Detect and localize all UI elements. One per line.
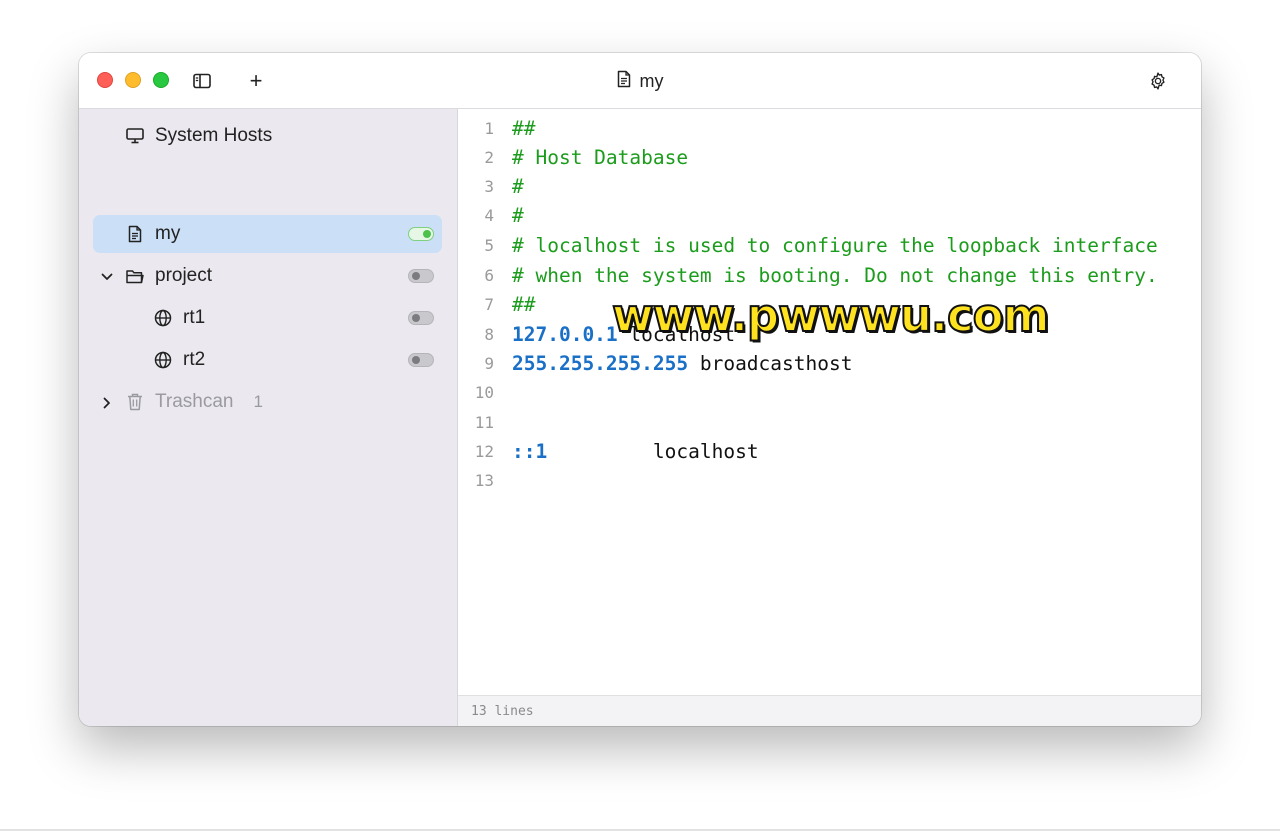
sidebar-item-label: rt1 xyxy=(183,307,206,328)
hostname: localhost xyxy=(547,440,759,463)
status-bar: 13 lines xyxy=(458,695,1201,726)
line-number: 7 xyxy=(484,295,494,314)
editor-line: 3 # xyxy=(458,172,1201,201)
editor-line: 4 # xyxy=(458,201,1201,230)
window-title: my xyxy=(79,70,1201,92)
toggle-knob xyxy=(423,230,431,238)
line-number: 12 xyxy=(474,442,494,461)
line-number: 2 xyxy=(484,148,494,167)
ip-address: 255.255.255.255 xyxy=(512,352,689,375)
line-number: 6 xyxy=(484,266,494,285)
line-number: 4 xyxy=(484,206,494,225)
toggle-my[interactable] xyxy=(408,227,434,241)
app-window: + my System Hosts my project rt1 rt2 Tra… xyxy=(79,53,1201,726)
editor-line: 5 # localhost is used to configure the lo… xyxy=(458,231,1201,260)
line-count: 13 lines xyxy=(471,703,534,719)
sidebar-item-rt2[interactable]: rt2 xyxy=(93,341,393,379)
trash-count-badge: 1 xyxy=(253,392,263,411)
code-comment: # Host Database xyxy=(512,146,689,169)
folder-icon xyxy=(124,265,146,287)
sidebar-item-label: my xyxy=(155,223,181,244)
line-number: 10 xyxy=(474,383,494,402)
toggle-rt1[interactable] xyxy=(408,311,434,325)
sidebar-item-trashcan[interactable]: Trashcan 1 xyxy=(93,383,393,421)
ip-address: ::1 xyxy=(512,440,548,463)
line-number: 1 xyxy=(484,119,494,138)
code-entry: 255.255.255.255 broadcasthost xyxy=(512,352,852,375)
line-number: 5 xyxy=(484,236,494,255)
line-number: 3 xyxy=(484,177,494,196)
monitor-icon xyxy=(124,125,146,147)
ip-address: 127.0.0.1 xyxy=(512,323,618,346)
title-bar: + my xyxy=(79,53,1201,109)
sidebar-item-system-hosts[interactable]: System Hosts xyxy=(93,117,441,155)
toggle-project[interactable] xyxy=(408,269,434,283)
window-title-text: my xyxy=(639,70,664,91)
watermark-text: www.pwwwu.com xyxy=(611,288,1050,343)
sidebar: System Hosts my project rt1 rt2 Trashcan… xyxy=(79,109,458,726)
line-number: 13 xyxy=(474,471,494,490)
sidebar-item-label: Trashcan xyxy=(155,391,234,412)
editor-line: 2 # Host Database xyxy=(458,143,1201,172)
editor-line: 1 ## xyxy=(458,114,1201,143)
toggle-knob xyxy=(412,314,420,322)
sidebar-item-label: project xyxy=(155,265,213,286)
code-entry: ::1 localhost xyxy=(512,440,759,463)
editor-line: 13 xyxy=(458,466,1201,495)
code-comment: # xyxy=(512,204,524,227)
code-comment: # when the system is booting. Do not cha… xyxy=(512,264,1158,287)
sidebar-item-label: rt2 xyxy=(183,349,206,370)
code-comment: ## xyxy=(512,293,536,316)
code-comment: # xyxy=(512,175,524,198)
editor-line: 9 255.255.255.255 broadcasthost xyxy=(458,349,1201,378)
sidebar-item-my[interactable]: my xyxy=(93,215,442,253)
sidebar-item-rt1[interactable]: rt1 xyxy=(93,299,393,337)
hosts-editor[interactable]: 1 ## 2 # Host Database 3 # 4 # 5 # localhost … xyxy=(458,109,1201,695)
gear-icon[interactable] xyxy=(1147,70,1169,92)
line-number: 9 xyxy=(484,354,494,373)
globe-icon xyxy=(152,349,174,371)
hostname: broadcasthost xyxy=(688,352,853,375)
toggle-rt2[interactable] xyxy=(408,353,434,367)
toggle-knob xyxy=(412,272,420,280)
code-comment: ## xyxy=(512,117,536,140)
editor-line: 12::1 localhost xyxy=(458,437,1201,466)
code-comment: # localhost is used to configure the loo… xyxy=(512,234,1158,257)
sidebar-item-label: System Hosts xyxy=(155,125,273,146)
line-number: 11 xyxy=(474,413,494,432)
sidebar-item-project[interactable]: project xyxy=(93,257,393,295)
toggle-knob xyxy=(412,356,420,364)
trash-icon xyxy=(124,391,146,413)
file-icon xyxy=(617,70,631,93)
file-icon xyxy=(124,223,146,245)
editor-line: 10 xyxy=(458,378,1201,407)
line-number: 8 xyxy=(484,325,494,344)
editor-line: 11 xyxy=(458,408,1201,437)
globe-icon xyxy=(152,307,174,329)
